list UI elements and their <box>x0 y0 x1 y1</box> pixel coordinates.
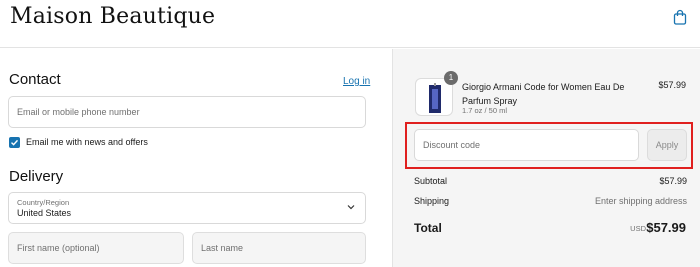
subtotal-row: Subtotal $57.99 <box>414 176 687 186</box>
country-label: Country/Region <box>17 198 70 207</box>
product-variant: 1.7 oz / 50 ml <box>462 106 508 115</box>
shipping-row: Shipping Enter shipping address <box>414 196 687 206</box>
quantity-badge: 1 <box>444 71 458 85</box>
brand-logo[interactable]: Maison Beautique <box>10 4 215 29</box>
product-name: Giorgio Armani Code for Women Eau De Par… <box>462 82 625 106</box>
shipping-label: Shipping <box>414 196 450 206</box>
login-link[interactable]: Log in <box>343 76 370 87</box>
first-name-field[interactable]: First name (optional) <box>8 232 184 264</box>
chevron-down-icon <box>347 205 355 210</box>
checkout-header: Maison Beautique <box>0 0 700 48</box>
perfume-bottle-icon <box>429 83 441 113</box>
total-currency: USD <box>630 224 646 233</box>
email-field[interactable]: Email or mobile phone number <box>8 96 366 128</box>
subtotal-value: $57.99 <box>659 176 687 186</box>
last-name-field[interactable]: Last name <box>192 232 366 264</box>
product-price: $57.99 <box>658 80 686 90</box>
last-name-placeholder: Last name <box>201 243 244 253</box>
country-select[interactable]: Country/Region United States <box>8 192 366 224</box>
delivery-heading: Delivery <box>9 168 64 185</box>
contact-heading: Contact <box>9 71 61 88</box>
discount-code-input[interactable]: Discount code <box>414 129 639 161</box>
check-icon <box>11 139 19 146</box>
checkout-form: Contact Log in Email or mobile phone num… <box>0 49 392 267</box>
total-label: Total <box>414 221 442 235</box>
shopping-bag-icon[interactable] <box>673 9 687 25</box>
first-name-placeholder: First name (optional) <box>17 243 100 253</box>
country-value: United States <box>17 208 72 218</box>
shipping-value: Enter shipping address <box>594 196 687 206</box>
discount-placeholder: Discount code <box>423 140 481 150</box>
total-value: $57.99 <box>646 220 686 235</box>
subtotal-label: Subtotal <box>414 176 448 186</box>
order-summary: 1 Giorgio Armani Code for Women Eau De P… <box>392 49 700 267</box>
newsletter-label: Email me with news and offers <box>26 137 148 147</box>
newsletter-checkbox[interactable] <box>9 137 20 148</box>
apply-button[interactable]: Apply <box>647 129 687 161</box>
email-placeholder: Email or mobile phone number <box>17 107 140 117</box>
